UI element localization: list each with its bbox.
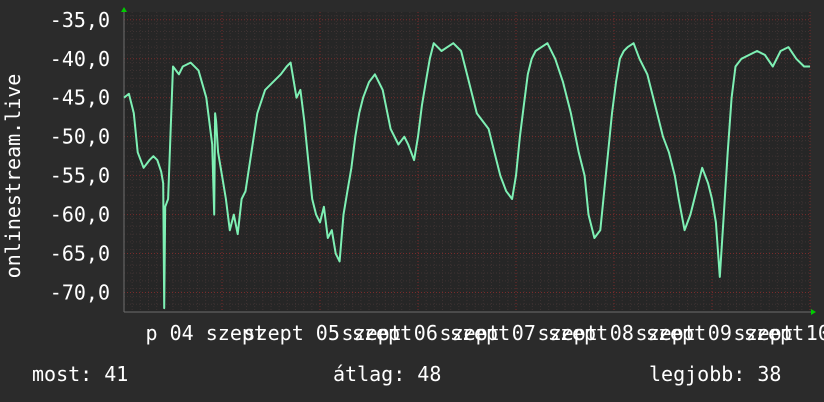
y-ticks: -35,0 -40,0 -45,0 -50,0 -55,0 -60,0 -65,0 -70,0 [50,8,110,305]
y-tick-label: -70,0 [50,281,110,305]
y-axis-arrow-icon [121,7,127,12]
stat-current: most: 41 [32,362,129,386]
y-tick-label: -50,0 [50,125,110,149]
y-tick-label: -35,0 [50,8,110,32]
chart: -35,0 -40,0 -45,0 -50,0 -55,0 -60,0 -65,0 -70,0… [1,7,824,345]
x-ticks: p 04 szeptszept 05 szeptszept 06 szeptsz… [146,321,824,345]
y-tick-label: -45,0 [50,86,110,110]
stat-best: legjobb: 38 [649,362,782,386]
x-tick-label: szept 10 sze [734,321,824,345]
y-axis-label: onlinestream.live [1,74,25,279]
stat-average: átlag: 48 [333,362,442,386]
y-tick-label: -60,0 [50,203,110,227]
y-tick-label: -65,0 [50,242,110,266]
y-tick-label: -55,0 [50,164,110,188]
y-tick-label: -40,0 [50,47,110,71]
x-axis-arrow-icon [811,309,816,315]
